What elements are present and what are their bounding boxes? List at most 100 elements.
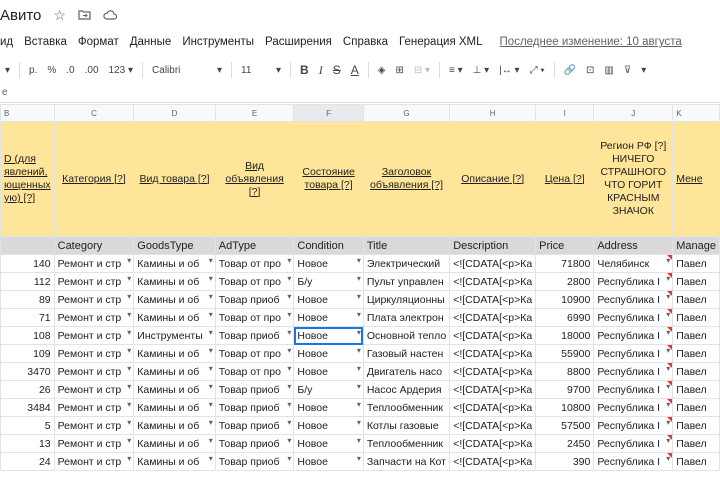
id-cell[interactable]: 112 <box>0 272 55 291</box>
code-cell[interactable]: Price <box>535 236 595 255</box>
column-header-d[interactable]: D <box>133 104 216 122</box>
star-icon[interactable]: ☆ <box>53 7 66 24</box>
title-cell[interactable]: Теплообменник <box>362 398 451 417</box>
goods-type-select[interactable]: Камины и об <box>133 362 216 381</box>
header-cell-manager[interactable]: Мене <box>672 121 720 237</box>
category-select[interactable]: Ремонт и стр <box>53 362 135 381</box>
italic-button[interactable]: I <box>319 63 323 78</box>
percent-format-button[interactable]: % <box>47 65 56 76</box>
address-select[interactable]: Республика I <box>593 398 674 417</box>
description-cell[interactable]: <![CDATA[<p>Ка <box>449 308 537 327</box>
title-cell[interactable]: Теплообменник <box>362 434 451 453</box>
chevron-down-icon[interactable]: ▾ <box>5 65 10 76</box>
condition-select[interactable]: Б/у <box>293 380 364 399</box>
ad-type-select[interactable]: Товар приоб <box>214 290 295 309</box>
code-cell[interactable] <box>0 236 55 255</box>
address-select[interactable]: Республика I <box>593 344 674 363</box>
manager-cell[interactable]: Павел <box>672 452 720 471</box>
goods-type-select[interactable]: Камины и об <box>133 344 216 363</box>
description-cell[interactable]: <![CDATA[<p>Ка <box>449 326 537 345</box>
code-cell[interactable]: Title <box>362 236 451 255</box>
condition-select[interactable]: Новое <box>293 398 364 417</box>
goods-type-select[interactable]: Камины и об <box>133 308 216 327</box>
description-cell[interactable]: <![CDATA[<p>Ка <box>449 344 537 363</box>
id-cell[interactable]: 3470 <box>0 362 55 381</box>
title-cell[interactable]: Плата электрон <box>362 308 451 327</box>
address-select[interactable]: Челябинск <box>593 254 674 273</box>
column-header-b[interactable]: B <box>0 104 55 122</box>
condition-select[interactable]: Новое <box>293 416 364 435</box>
title-cell[interactable]: Пульт управлен <box>362 272 451 291</box>
ad-type-select[interactable]: Товар приоб <box>214 326 295 345</box>
manager-cell[interactable]: Павел <box>672 308 720 327</box>
price-cell[interactable]: 71800 <box>535 254 595 273</box>
column-header-i[interactable]: I <box>535 104 595 122</box>
cloud-status-icon[interactable] <box>103 7 118 23</box>
menu-extensions[interactable]: Расширения <box>265 36 332 48</box>
goods-type-select[interactable]: Камины и об <box>133 452 216 471</box>
header-cell-category[interactable]: Категория [?] <box>53 121 135 237</box>
manager-cell[interactable]: Павел <box>672 398 720 417</box>
formula-bar[interactable]: е <box>0 86 720 103</box>
price-cell[interactable]: 55900 <box>535 344 595 363</box>
id-cell[interactable]: 89 <box>0 290 55 309</box>
address-select[interactable]: Республика I <box>593 380 674 399</box>
manager-cell[interactable]: Павел <box>672 326 720 345</box>
price-cell[interactable]: 10800 <box>535 398 595 417</box>
move-to-folder-icon[interactable] <box>78 7 91 23</box>
title-cell[interactable]: Запчасти на Кот <box>362 452 451 471</box>
condition-select[interactable]: Новое <box>293 344 364 363</box>
category-select[interactable]: Ремонт и стр <box>53 308 135 327</box>
address-select[interactable]: Республика I <box>593 362 674 381</box>
font-select[interactable]: Calibri ▾ <box>152 65 222 76</box>
text-wrap-icon[interactable]: |↔ ▾ <box>499 65 519 76</box>
header-cell-region[interactable]: Регион РФ [?] НИЧЕГО СТРАШНОГО ЧТО ГОРИТ… <box>593 121 674 237</box>
id-cell[interactable]: 3484 <box>0 398 55 417</box>
text-rotate-icon[interactable]: ⤢ ▾ <box>530 65 545 76</box>
manager-cell[interactable]: Павел <box>672 362 720 381</box>
goods-type-select[interactable]: Инструменты <box>133 326 216 345</box>
ad-type-select[interactable]: Товар приоб <box>214 380 295 399</box>
header-cell-title[interactable]: Заголовок объявления [?] <box>362 121 451 237</box>
price-cell[interactable]: 18000 <box>535 326 595 345</box>
ad-type-select[interactable]: Товар приоб <box>214 452 295 471</box>
horizontal-align-icon[interactable]: ≡ ▾ <box>449 65 463 76</box>
ad-type-select[interactable]: Товар приоб <box>214 398 295 417</box>
column-header-e[interactable]: E <box>214 104 295 122</box>
id-cell[interactable]: 24 <box>0 452 55 471</box>
font-size-select[interactable]: 11 ▾ <box>241 65 281 76</box>
menu-format[interactable]: Формат <box>78 36 119 48</box>
code-cell[interactable]: AdType <box>214 236 295 255</box>
title-cell[interactable]: Насос Ардерия <box>362 380 451 399</box>
title-cell[interactable]: Основной тепло <box>362 326 451 345</box>
manager-cell[interactable]: Павел <box>672 416 720 435</box>
chevron-down-icon[interactable]: ▾ <box>641 65 646 76</box>
increase-decimal-button[interactable]: .00 <box>85 65 99 76</box>
title-cell[interactable]: Двигатель насо <box>362 362 451 381</box>
description-cell[interactable]: <![CDATA[<p>Ка <box>449 398 537 417</box>
goods-type-select[interactable]: Камины и об <box>133 416 216 435</box>
description-cell[interactable]: <![CDATA[<p>Ка <box>449 452 537 471</box>
address-select[interactable]: Республика I <box>593 308 674 327</box>
title-cell[interactable]: Электрический <box>362 254 451 273</box>
goods-type-select[interactable]: Камины и об <box>133 254 216 273</box>
decrease-decimal-button[interactable]: .0 <box>66 65 74 76</box>
code-cell[interactable]: Description <box>449 236 537 255</box>
price-cell[interactable]: 10900 <box>535 290 595 309</box>
goods-type-select[interactable]: Камины и об <box>133 290 216 309</box>
id-cell[interactable]: 26 <box>0 380 55 399</box>
manager-cell[interactable]: Павел <box>672 380 720 399</box>
category-select[interactable]: Ремонт и стр <box>53 434 135 453</box>
condition-select[interactable]: Новое <box>293 326 364 345</box>
insert-link-icon[interactable]: 🔗 <box>564 65 576 76</box>
category-select[interactable]: Ремонт и стр <box>53 416 135 435</box>
ad-type-select[interactable]: Товар приоб <box>214 416 295 435</box>
category-select[interactable]: Ремонт и стр <box>53 254 135 273</box>
document-title[interactable]: Авито <box>0 7 41 24</box>
id-cell[interactable]: 5 <box>0 416 55 435</box>
goods-type-select[interactable]: Камины и об <box>133 398 216 417</box>
ad-type-select[interactable]: Товар от про <box>214 272 295 291</box>
condition-select[interactable]: Новое <box>293 434 364 453</box>
description-cell[interactable]: <![CDATA[<p>Ка <box>449 290 537 309</box>
column-header-h[interactable]: H <box>449 104 537 122</box>
